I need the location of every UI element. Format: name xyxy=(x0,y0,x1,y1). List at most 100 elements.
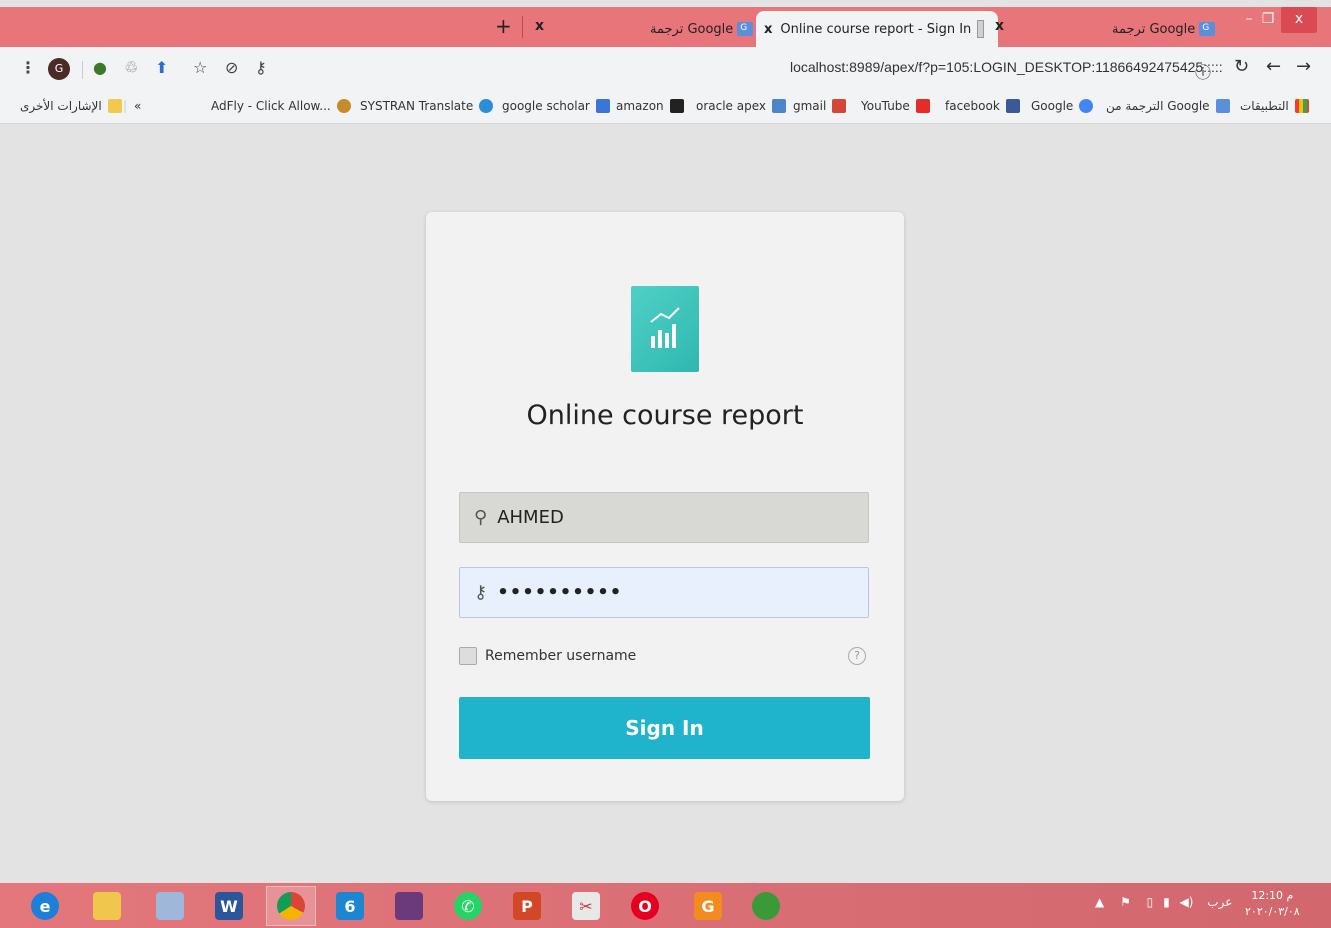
gmail-icon xyxy=(832,99,847,113)
tab-label: ترجمة Google xyxy=(1112,21,1196,37)
google-translate-icon xyxy=(737,22,754,36)
opera-icon[interactable]: O xyxy=(620,886,670,926)
google-icon xyxy=(1079,99,1094,113)
globe-extension-icon[interactable]: ● xyxy=(93,58,107,77)
photo-viewer-icon[interactable] xyxy=(145,886,195,926)
youtube-icon xyxy=(915,99,930,113)
tab-separator xyxy=(522,16,523,38)
folder-icon xyxy=(107,99,122,113)
oracle-apex-icon xyxy=(977,20,984,38)
tab-close-button[interactable]: x xyxy=(535,18,544,34)
bookmark-amazon[interactable]: amazon xyxy=(616,99,684,113)
sign-in-button[interactable]: Sign In xyxy=(459,697,870,759)
bookmark-divider: | xyxy=(123,99,128,113)
remember-checkbox[interactable] xyxy=(459,647,477,665)
bookmark-adfly[interactable]: AdFly - Click Allow... xyxy=(211,99,351,113)
volume-icon[interactable]: ◀) xyxy=(1180,895,1194,909)
bookmark-youtube[interactable]: YouTube xyxy=(861,99,930,113)
powerpoint-icon[interactable]: P xyxy=(502,886,552,926)
password-value: •••••••••• xyxy=(497,582,623,603)
tab-close-button[interactable]: x xyxy=(995,18,1004,34)
user-icon: ⚲ xyxy=(474,507,488,528)
bookmark-label: facebook xyxy=(945,99,1000,113)
bookmark-label: AdFly - Click Allow... xyxy=(211,99,331,113)
tray-expand-icon[interactable]: ▲ xyxy=(1095,895,1104,909)
tab-close-button[interactable]: x xyxy=(764,22,772,37)
bookmark-gmail[interactable]: gmail xyxy=(793,99,847,113)
bookmark-label: google scholar xyxy=(502,99,590,113)
bookmark-google[interactable]: Google xyxy=(1031,99,1094,113)
zoom-icon[interactable]: ⊘ xyxy=(225,58,238,77)
clock[interactable]: 12:10 م ٢٠٢٠/٠٣/٠٨ xyxy=(1245,888,1300,920)
menu-icon[interactable]: ⋮ xyxy=(20,58,36,77)
bookmark-label: gmail xyxy=(793,99,827,113)
key-icon: ⚷ xyxy=(474,582,488,603)
bookmark-oracle-apex[interactable]: oracle apex xyxy=(696,99,787,113)
bookmarks-overflow-button[interactable]: « xyxy=(134,99,141,113)
signal-icon[interactable]: ▮ xyxy=(1163,895,1170,909)
username-field[interactable]: ⚲ AHMED xyxy=(459,492,869,543)
tab-google-translate-1[interactable]: ترجمة Google xyxy=(650,11,757,47)
restore-button[interactable]: ❐ xyxy=(1257,7,1279,33)
back-icon[interactable]: ← xyxy=(1266,56,1281,77)
bookmark-google-scholar[interactable]: google scholar xyxy=(502,99,610,113)
file-explorer-icon[interactable] xyxy=(82,886,132,926)
clock-date: ٢٠٢٠/٠٣/٠٨ xyxy=(1245,905,1300,918)
tab-google-translate-2[interactable]: ترجمة Google xyxy=(1112,11,1219,47)
remember-username[interactable]: Remember username xyxy=(459,647,636,665)
clock-time: 12:10 م xyxy=(1251,889,1294,902)
app-logo xyxy=(631,286,699,372)
bookmark-label: الترجمة من Google xyxy=(1106,99,1210,113)
bookmark-label: الإشارات الأخرى xyxy=(20,99,102,113)
pdf-tool-icon[interactable]: G xyxy=(683,886,733,926)
bookmark-systran[interactable]: SYSTRAN Translate xyxy=(360,99,494,113)
bookmark-google-translate[interactable]: الترجمة من Google xyxy=(1106,99,1230,113)
app-blue-icon[interactable]: 6 xyxy=(325,886,375,926)
snipping-tool-icon[interactable]: ✂ xyxy=(561,886,611,926)
remember-label: Remember username xyxy=(485,648,637,664)
oracle-apex-icon xyxy=(772,99,787,113)
tab-online-course-report[interactable]: x Online course report - Sign In xyxy=(756,11,998,47)
bookmark-apps[interactable]: التطبيقات xyxy=(1240,99,1309,113)
bookmark-label: SYSTRAN Translate xyxy=(360,99,474,113)
scholar-extension-icon[interactable]: ⬆ xyxy=(155,58,168,77)
apps-grid-icon xyxy=(1294,99,1309,113)
url-text[interactable]: localhost:8989/apex/f?p=105:LOGIN_DESKTO… xyxy=(790,59,1223,75)
google-translate-icon xyxy=(1215,99,1230,113)
globe-app-icon[interactable] xyxy=(741,886,791,926)
address-bar-row: ⋮ G ● ♲ ⬆ ☆ ⊘ ⚷ localhost:8989/apex/f?p=… xyxy=(0,47,1331,93)
flag-icon[interactable]: ⚑ xyxy=(1120,895,1131,909)
new-tab-button[interactable]: + xyxy=(495,14,512,38)
reload-icon[interactable]: ↻ xyxy=(1234,56,1249,77)
key-icon[interactable]: ⚷ xyxy=(255,58,267,77)
battery-icon[interactable]: ▯ xyxy=(1147,895,1154,909)
close-window-button[interactable]: x xyxy=(1281,7,1317,33)
bookmark-label: oracle apex xyxy=(696,99,767,113)
system-tray: ▲ ⚑ ▯ ▮ ◀) عرب xyxy=(1095,895,1232,909)
tab-label: ترجمة Google xyxy=(650,21,734,37)
adfly-icon xyxy=(336,99,351,113)
extension-icon[interactable]: ♲ xyxy=(124,58,138,77)
word-icon[interactable]: W xyxy=(204,886,254,926)
bookmark-other-folder[interactable]: الإشارات الأخرى xyxy=(20,99,122,113)
forward-icon[interactable]: → xyxy=(1296,56,1311,77)
facebook-icon xyxy=(1005,99,1020,113)
bookmark-facebook[interactable]: facebook xyxy=(945,99,1020,113)
taskbar: e W 6 ✆ P ✂ O G ▲ ⚑ ▯ ▮ ◀) عرب 12:10 م ٢… xyxy=(0,883,1331,928)
username-value: AHMED xyxy=(497,507,564,528)
bookmark-label: YouTube xyxy=(861,99,910,113)
toolbar-divider xyxy=(82,61,83,79)
ie-icon[interactable]: e xyxy=(20,886,70,926)
whatsapp-icon[interactable]: ✆ xyxy=(443,886,493,926)
bookmark-label: amazon xyxy=(616,99,664,113)
profile-avatar[interactable]: G xyxy=(48,58,70,80)
site-info-icon[interactable]: ⓘ xyxy=(1195,59,1211,83)
password-field[interactable]: ⚷ •••••••••• xyxy=(459,567,869,618)
language-indicator[interactable]: عرب xyxy=(1207,895,1232,909)
login-card: Online course report ⚲ AHMED ⚷ •••••••••… xyxy=(426,212,904,801)
help-icon[interactable]: ? xyxy=(848,647,866,665)
bookmark-star-icon[interactable]: ☆ xyxy=(193,58,207,77)
winrar-icon[interactable] xyxy=(384,886,434,926)
chrome-icon[interactable] xyxy=(266,886,316,926)
tab-strip: + x ترجمة Google x Online course report … xyxy=(0,7,1331,47)
